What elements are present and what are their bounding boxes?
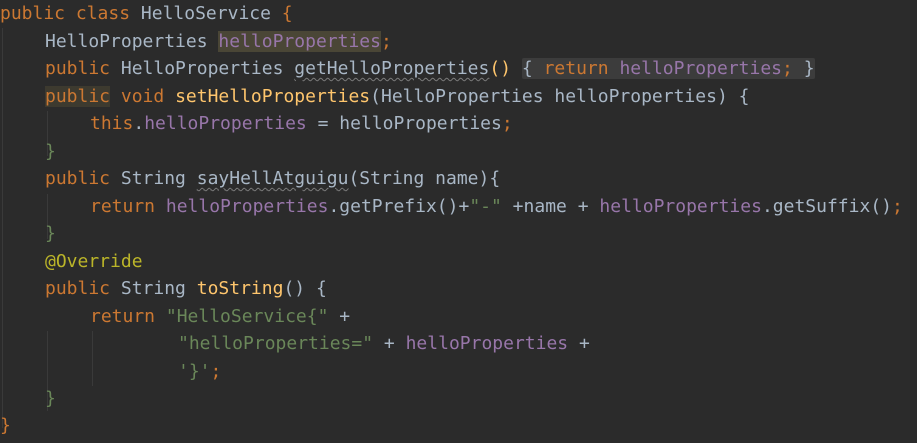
code-line-assignment[interactable]: this.helloProperties = helloProperties; [90,110,513,137]
keyword-return: return [90,306,156,327]
keyword-this: this [90,113,134,134]
semicolon: ; [782,58,793,79]
method-name-getter: getHelloProperties [294,58,490,79]
code-line-setter[interactable]: public void setHelloProperties(HelloProp… [45,83,749,110]
brace-open: { [270,3,293,24]
concat: + [373,333,406,354]
char-literal: '}' [178,361,211,382]
keyword-return: return [90,196,156,217]
code-line-brace-close[interactable]: } [45,220,56,247]
code-line-getter[interactable]: public HelloProperties getHelloPropertie… [45,55,815,82]
method-params: (HelloProperties helloProperties) { [370,86,750,107]
keyword-public: public [45,168,111,189]
call-suffix: .getSuffix() [761,196,892,217]
code-line-brace-close[interactable]: } [45,138,56,165]
semicolon: ; [210,361,222,382]
code-line-concat[interactable]: "helloProperties=" + helloProperties + [178,330,590,357]
brace-close: } [45,223,56,244]
field-reference: helloProperties [405,333,569,354]
parens: () [489,58,512,79]
string-literal: "-" [469,196,502,217]
folded-body[interactable]: { return helloProperties; } [521,58,815,79]
string-literal: "helloProperties=" [178,333,374,354]
assignment: = helloProperties [306,113,502,134]
code-line-class-declaration[interactable]: public class HelloService { [0,0,293,27]
concat: +name + [501,196,600,217]
keyword-return: return [543,58,609,79]
semicolon: ; [892,196,903,217]
concat: + [568,333,590,354]
annotation-override: @Override [45,251,143,272]
parens: () { [283,278,327,299]
code-line-annotation[interactable]: @Override [45,248,143,275]
brace-close: } [803,58,815,79]
keyword-public: public [0,3,66,24]
code-line-return-say[interactable]: return helloProperties.getPrefix()+"-" +… [90,193,903,220]
string-literal: "HelloService{" [165,306,329,327]
brace-close: } [0,415,11,436]
field-reference: helloProperties [144,113,307,134]
class-name: HelloService [140,3,271,24]
call-prefix: .getPrefix()+ [328,196,470,217]
dot: . [133,113,145,134]
code-editor[interactable]: public class HelloService { HelloPropert… [0,0,917,443]
keyword-class: class [75,3,131,24]
method-name-setter: setHelloProperties [175,86,371,107]
field-type: HelloProperties [45,31,208,52]
concat: + [328,306,351,327]
keyword-void: void [120,86,165,107]
brace-open: { [521,58,533,79]
code-line-tostring[interactable]: public String toString() { [45,275,327,302]
code-line-say-method[interactable]: public String sayHellAtguigu(String name… [45,165,500,192]
field-reference: helloProperties [599,196,762,217]
code-line-class-close[interactable]: } [0,412,11,439]
return-type: HelloProperties [120,58,284,79]
indent-guide [92,331,93,386]
method-name-say: sayHellAtguigu [196,168,349,189]
code-line-return-tostring[interactable]: return "HelloService{" + [90,303,350,330]
keyword-public: public [45,278,111,299]
code-line-field[interactable]: HelloProperties helloProperties; [45,28,392,55]
semicolon: ; [380,31,392,52]
field-reference: helloProperties [619,58,783,79]
code-line-concat[interactable]: '}'; [178,358,221,385]
method-name-tostring: toString [196,278,284,299]
brace-close: } [45,388,56,409]
return-type: String [120,278,186,299]
field-name: helloProperties [218,31,381,52]
brace-close: } [45,141,56,162]
code-line-brace-close[interactable]: } [45,385,56,412]
keyword-public: public [45,86,111,107]
semicolon: ; [501,113,513,134]
return-type: String [120,168,186,189]
keyword-public: public [45,58,111,79]
indent-guide [2,28,3,428]
method-params: (String name){ [348,168,501,189]
field-reference: helloProperties [165,196,329,217]
